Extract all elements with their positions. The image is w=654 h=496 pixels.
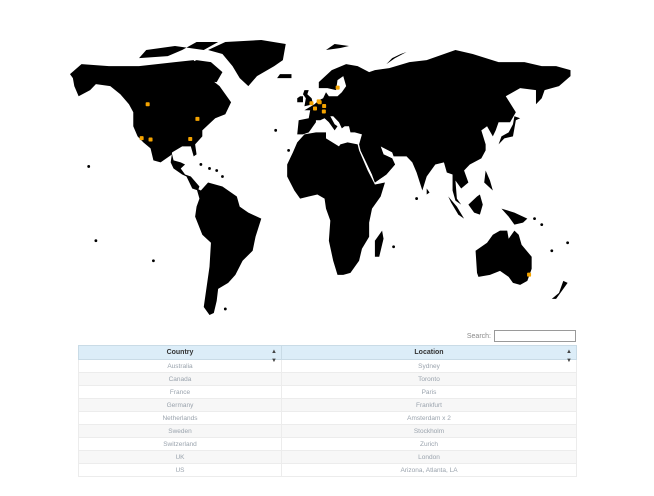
- location-cell: Sydney: [281, 359, 577, 373]
- island: [199, 163, 203, 166]
- table-row: UK London: [78, 450, 577, 464]
- landmass-australia: [475, 230, 532, 285]
- country-cell: Canada: [78, 372, 282, 386]
- landmass-south-america: [195, 182, 262, 315]
- search-input[interactable]: [494, 330, 576, 342]
- location-cell: Zurich: [281, 437, 577, 451]
- landmass-arctic-isles: [139, 42, 219, 59]
- island: [94, 239, 98, 243]
- island: [540, 223, 544, 227]
- island: [274, 128, 278, 132]
- country-cell: UK: [78, 450, 282, 464]
- island: [152, 259, 155, 263]
- location-cell: Frankfurt: [281, 398, 577, 412]
- column-header-location[interactable]: Location ▲ ▼: [281, 345, 577, 364]
- landmass-novaya-zemlya: [386, 52, 407, 65]
- search-bar: Search:: [0, 329, 576, 343]
- sort-icon[interactable]: ▲ ▼: [566, 348, 572, 366]
- country-cell: Germany: [78, 398, 282, 412]
- country-cell: Netherlands: [78, 411, 282, 425]
- column-header-country[interactable]: Country ▲ ▼: [78, 345, 282, 364]
- table-row: Netherlands Amsterdam x 2: [78, 411, 577, 425]
- island: [221, 175, 224, 178]
- location-marker[interactable]: [527, 272, 532, 277]
- landmass-iceland: [277, 74, 292, 79]
- country-cell: France: [78, 385, 282, 399]
- island: [566, 241, 570, 245]
- location-cell: Paris: [281, 385, 577, 399]
- island: [208, 167, 211, 170]
- location-cell: Amsterdam x 2: [281, 411, 577, 425]
- island: [87, 165, 91, 168]
- country-cell: Sweden: [78, 424, 282, 438]
- table-header-row: Country ▲ ▼ Location ▲ ▼: [78, 345, 577, 364]
- island: [550, 249, 554, 253]
- location-marker[interactable]: [195, 116, 200, 121]
- landmass-sri-lanka: [426, 188, 430, 195]
- island: [215, 169, 219, 172]
- locations-table: Country ▲ ▼ Location ▲ ▼ Australia Sydney …: [78, 345, 577, 477]
- table-row: Switzerland Zurich: [78, 437, 577, 451]
- location-marker[interactable]: [317, 100, 322, 105]
- island: [392, 245, 395, 249]
- location-cell: Arizona, Atlanta, LA: [281, 463, 577, 477]
- table-row: US Arizona, Atlanta, LA: [78, 463, 577, 477]
- landmass-ireland: [297, 96, 303, 103]
- column-header-label: Country: [166, 349, 194, 356]
- country-cell: Switzerland: [78, 437, 282, 451]
- landmass-philippines: [484, 170, 493, 191]
- landmass-new-guinea: [501, 208, 528, 225]
- table-row: Canada Toronto: [78, 372, 577, 386]
- location-marker[interactable]: [309, 101, 314, 106]
- location-marker[interactable]: [188, 136, 193, 141]
- island: [287, 148, 291, 152]
- table-row: France Paris: [78, 385, 577, 399]
- island: [533, 217, 536, 221]
- island: [415, 197, 419, 200]
- landmass-borneo: [468, 194, 483, 215]
- location-marker[interactable]: [139, 136, 144, 141]
- table-row: Australia Sydney: [78, 359, 577, 373]
- location-marker[interactable]: [312, 106, 317, 111]
- location-marker[interactable]: [145, 102, 150, 107]
- location-cell: Toronto: [281, 372, 577, 386]
- location-marker[interactable]: [321, 109, 326, 114]
- landmass-new-zealand: [551, 280, 568, 299]
- land-masses: [70, 40, 571, 315]
- landmass-svalbard: [326, 44, 350, 51]
- country-cell: Australia: [78, 359, 282, 373]
- table-row: Sweden Stockholm: [78, 424, 577, 438]
- location-marker[interactable]: [322, 104, 327, 109]
- world-map: [70, 38, 582, 323]
- location-marker[interactable]: [148, 137, 153, 142]
- landmass-madagascar: [374, 230, 384, 257]
- sort-icon[interactable]: ▲ ▼: [271, 348, 277, 366]
- island: [223, 307, 227, 311]
- search-label: Search:: [466, 332, 491, 340]
- location-marker[interactable]: [335, 85, 340, 90]
- column-header-label: Location: [414, 349, 444, 356]
- landmass-greenland: [208, 40, 286, 87]
- location-cell: Stockholm: [281, 424, 577, 438]
- world-map-svg: [70, 40, 571, 315]
- country-cell: US: [78, 463, 282, 477]
- table-row: Germany Frankfurt: [78, 398, 577, 412]
- location-cell: London: [281, 450, 577, 464]
